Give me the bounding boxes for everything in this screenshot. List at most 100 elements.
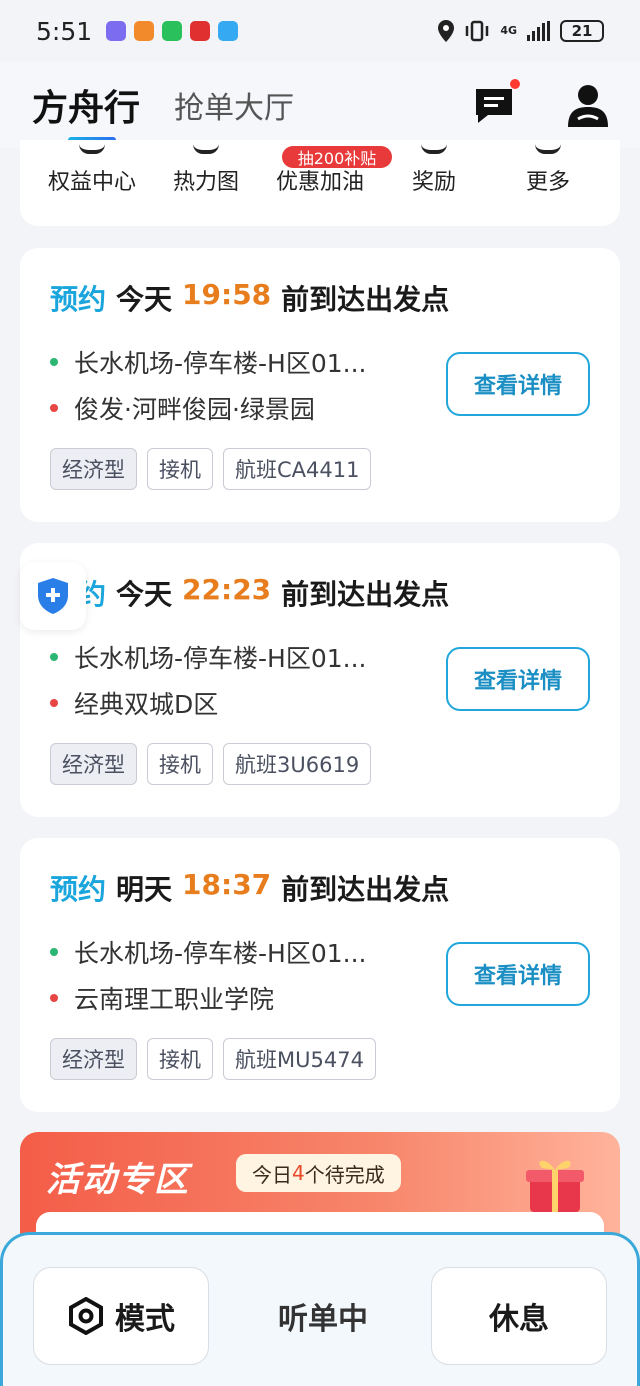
order-title: 预约 明天 18:37 前到达出发点 bbox=[50, 868, 449, 908]
pending-tasks-chip: 今日 4 个待完成 bbox=[236, 1154, 401, 1192]
top-header: 方舟行 抢单大厅 bbox=[0, 62, 640, 148]
tab-order-hall[interactable]: 抢单大厅 bbox=[174, 83, 294, 127]
order-suffix: 前到达出发点 bbox=[281, 578, 450, 611]
status-bar: 5:51 4G 21 bbox=[0, 0, 640, 62]
order-title: 预约 今天 19:58 前到达出发点 bbox=[50, 278, 449, 318]
tag-car-type: 经济型 bbox=[50, 743, 137, 785]
message-button[interactable] bbox=[474, 79, 520, 125]
mode-button[interactable]: 模式 bbox=[33, 1267, 209, 1365]
pickup-location: 长水机场-停车楼-H区01... bbox=[50, 934, 410, 970]
dropoff-dot bbox=[50, 404, 58, 412]
order-day: 今天 bbox=[116, 578, 173, 611]
hexagon-settings-icon bbox=[69, 1297, 103, 1335]
safety-shield-button[interactable] bbox=[20, 562, 86, 630]
view-details-button[interactable]: 查看详情 bbox=[446, 942, 590, 1006]
dropoff-text: 云南理工职业学院 bbox=[74, 985, 275, 1014]
order-card[interactable]: 预约 今天 22:23 前到达出发点 长水机场-停车楼-H区01... 经典双城… bbox=[20, 543, 620, 817]
pickup-location: 长水机场-停车楼-H区01... bbox=[50, 344, 410, 380]
shortcut-rewards[interactable]: 奖励 bbox=[374, 150, 494, 196]
view-details-button[interactable]: 查看详情 bbox=[446, 647, 590, 711]
pickup-text: 长水机场-停车楼-H区01... bbox=[74, 644, 367, 673]
shortcut-label: 热力图 bbox=[172, 170, 239, 195]
shield-icon bbox=[38, 578, 68, 614]
pickup-dot bbox=[50, 948, 58, 956]
reserve-label: 预约 bbox=[50, 283, 107, 316]
listening-status[interactable]: 听单中 bbox=[235, 1267, 411, 1365]
chip-suffix: 个待完成 bbox=[304, 1162, 385, 1187]
tag-car-type: 经济型 bbox=[50, 448, 137, 490]
more-icon bbox=[535, 144, 561, 154]
battery-level: 21 bbox=[571, 22, 593, 40]
tag-service: 接机 bbox=[147, 1038, 213, 1080]
chip-count: 4 bbox=[292, 1161, 305, 1185]
message-icon bbox=[476, 89, 512, 123]
app-notification-icon bbox=[134, 21, 155, 41]
dropoff-dot bbox=[50, 699, 58, 707]
order-suffix: 前到达出发点 bbox=[281, 873, 450, 906]
shortcut-benefits-center[interactable]: 权益中心 bbox=[32, 150, 152, 196]
unread-dot bbox=[510, 79, 520, 89]
pickup-location: 长水机场-停车楼-H区01... bbox=[50, 639, 410, 675]
dropoff-location: 俊发·河畔俊园·绿景园 bbox=[50, 390, 410, 426]
order-time: 18:37 bbox=[182, 868, 272, 901]
tag-flight: 航班MU5474 bbox=[223, 1038, 376, 1080]
view-details-button[interactable]: 查看详情 bbox=[446, 352, 590, 416]
shortcut-label: 优惠加油 bbox=[275, 170, 364, 195]
tag-service: 接机 bbox=[147, 448, 213, 490]
order-card[interactable]: 预约 明天 18:37 前到达出发点 长水机场-停车楼-H区01... 云南理工… bbox=[20, 838, 620, 1112]
tag-car-type: 经济型 bbox=[50, 1038, 137, 1080]
gift-icon bbox=[526, 1160, 584, 1212]
tag-flight: 航班CA4411 bbox=[223, 448, 372, 490]
order-title: 预约 今天 22:23 前到达出发点 bbox=[50, 573, 449, 613]
benefits-icon bbox=[79, 144, 105, 154]
order-time: 22:23 bbox=[182, 573, 272, 606]
shortcut-card: 抽200补贴 权益中心 热力图 优惠加油 奖励 更多 bbox=[20, 140, 620, 226]
activity-title: 活动专区 bbox=[46, 1160, 190, 1200]
pickup-text: 长水机场-停车楼-H区01... bbox=[74, 349, 367, 378]
shortcut-more[interactable]: 更多 bbox=[488, 150, 608, 196]
bottom-action-panel: 模式 听单中 休息 bbox=[0, 1232, 640, 1386]
shortcut-label: 权益中心 bbox=[47, 170, 136, 195]
dropoff-location: 经典双城D区 bbox=[50, 685, 410, 721]
order-tags: 经济型 接机 航班3U6619 bbox=[50, 743, 372, 785]
rewards-icon bbox=[421, 144, 447, 154]
tag-flight: 航班3U6619 bbox=[223, 743, 372, 785]
dropoff-location: 云南理工职业学院 bbox=[50, 980, 410, 1016]
pickup-dot bbox=[50, 358, 58, 366]
network-type: 4G bbox=[500, 24, 517, 37]
rest-label: 休息 bbox=[489, 1302, 549, 1337]
tab-fangzhouxing[interactable]: 方舟行 bbox=[32, 79, 140, 143]
order-card[interactable]: 预约 今天 19:58 前到达出发点 长水机场-停车楼-H区01... 俊发·河… bbox=[20, 248, 620, 522]
order-day: 明天 bbox=[116, 873, 173, 906]
dropoff-dot bbox=[50, 994, 58, 1002]
wechat-icon bbox=[162, 21, 183, 41]
mode-label: 模式 bbox=[115, 1302, 175, 1337]
chip-prefix: 今日 bbox=[252, 1162, 292, 1187]
heatmap-icon bbox=[193, 144, 219, 154]
pickup-dot bbox=[50, 653, 58, 661]
shortcut-heatmap[interactable]: 热力图 bbox=[146, 150, 266, 196]
app-notification-icon bbox=[218, 21, 239, 41]
profile-icon[interactable] bbox=[568, 83, 608, 127]
app-notification-icon bbox=[190, 21, 211, 41]
location-icon bbox=[438, 20, 455, 42]
app-notification-icon bbox=[106, 21, 127, 41]
shortcut-fuel-discount[interactable]: 优惠加油 bbox=[260, 164, 380, 196]
order-time: 19:58 bbox=[182, 278, 272, 311]
battery-icon: 21 bbox=[560, 20, 604, 42]
reserve-label: 预约 bbox=[50, 873, 107, 906]
dropoff-text: 经典双城D区 bbox=[74, 690, 219, 719]
order-tags: 经济型 接机 航班CA4411 bbox=[50, 448, 372, 490]
shortcut-label: 更多 bbox=[525, 170, 570, 195]
order-tags: 经济型 接机 航班MU5474 bbox=[50, 1038, 376, 1080]
order-suffix: 前到达出发点 bbox=[281, 283, 450, 316]
shortcut-label: 奖励 bbox=[411, 170, 456, 195]
pickup-text: 长水机场-停车楼-H区01... bbox=[74, 939, 367, 968]
rest-button[interactable]: 休息 bbox=[431, 1267, 607, 1365]
status-time: 5:51 bbox=[36, 16, 93, 46]
order-day: 今天 bbox=[116, 283, 173, 316]
vibrate-icon bbox=[466, 20, 489, 42]
signal-icon bbox=[527, 21, 550, 41]
tag-service: 接机 bbox=[147, 743, 213, 785]
dropoff-text: 俊发·河畔俊园·绿景园 bbox=[74, 395, 315, 424]
